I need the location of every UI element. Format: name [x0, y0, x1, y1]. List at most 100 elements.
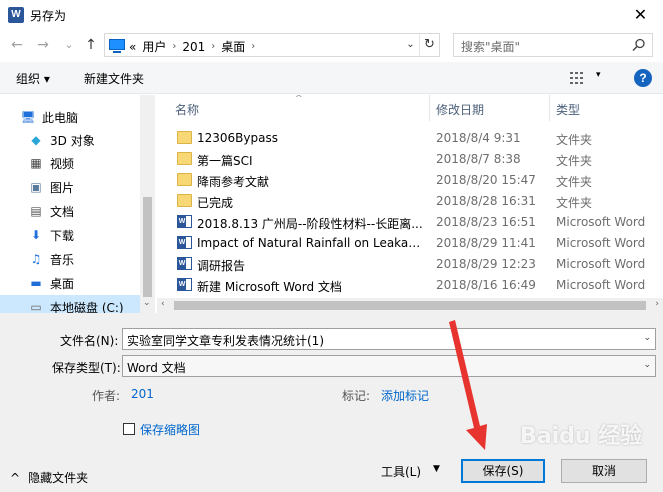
file-name: 12306Bypass — [197, 131, 278, 145]
breadcrumb-201[interactable]: 201 — [182, 40, 205, 54]
chevron-right-icon[interactable]: › — [211, 41, 215, 52]
file-type: 文件夹 — [556, 133, 593, 147]
list-item[interactable]: 调研报告 2018/8/29 12:23 Microsoft Word — [171, 254, 663, 275]
word-document-icon — [177, 215, 192, 228]
list-item[interactable]: 12306Bypass 2018/8/4 9:31 文件夹 — [171, 128, 663, 149]
sidebar-item-documents[interactable]: ▤ 文档 — [0, 199, 140, 223]
search-input[interactable]: 搜索"桌面" — [453, 33, 653, 57]
chevron-right-icon[interactable]: › — [172, 41, 176, 52]
cube-icon: ◆ — [31, 133, 41, 147]
up-arrow-icon[interactable]: ↑ — [82, 36, 100, 54]
column-header-type[interactable]: 类型 — [556, 101, 580, 118]
chevron-right-icon[interactable]: › — [251, 41, 255, 52]
breadcrumb-overflow[interactable]: « — [129, 40, 136, 54]
save-button[interactable]: 保存(S) — [461, 459, 545, 483]
sidebar-item-label: 文档 — [50, 204, 75, 219]
sidebar-item-this-pc[interactable]: 🖥 此电脑 — [0, 105, 140, 129]
chevron-down-icon[interactable]: ⌄ — [643, 333, 651, 343]
word-document-icon — [177, 236, 192, 249]
column-divider[interactable] — [549, 95, 550, 121]
list-item[interactable]: Impact of Natural Rainfall on Leakag... … — [171, 233, 663, 254]
sidebar-item-local-disk-c[interactable]: ▭ 本地磁盘 (C:) — [0, 295, 140, 313]
sidebar-item-desktop[interactable]: ▬ 桌面 — [0, 271, 140, 295]
view-dropdown-icon[interactable]: ▾ — [596, 70, 601, 80]
word-app-icon: W — [8, 7, 24, 23]
forward-arrow-icon[interactable]: → — [34, 36, 52, 54]
scroll-right-icon[interactable]: › — [655, 299, 659, 309]
sidebar-item-label: 音乐 — [50, 252, 75, 267]
column-header-name[interactable]: 名称 — [175, 101, 199, 118]
breadcrumb-users[interactable]: 用户 — [142, 38, 166, 55]
recent-locations-icon[interactable]: ⌄ — [60, 36, 78, 54]
address-bar[interactable]: « 用户 › 201 › 桌面 › ⌄ ↻ — [104, 33, 440, 57]
window-title: 另存为 — [30, 9, 67, 23]
organize-menu[interactable]: 组织 ▾ — [16, 70, 50, 87]
hide-folders-toggle[interactable]: ^ 隐藏文件夹 — [10, 469, 88, 486]
help-icon[interactable]: ? — [634, 69, 652, 87]
sidebar-item-label: 桌面 — [50, 276, 75, 291]
list-item[interactable]: 新建 Microsoft Word 文档 2018/8/16 16:49 Mic… — [171, 275, 663, 296]
close-button[interactable]: ✕ — [618, 0, 663, 30]
view-options-icon[interactable] — [570, 72, 586, 84]
scrollbar-thumb[interactable] — [174, 301, 646, 310]
list-item[interactable]: 2018.8.13 广州局--阶段性材料--长距离... 2018/8/23 1… — [171, 212, 663, 233]
tools-menu[interactable]: 工具(L) — [381, 463, 421, 480]
new-folder-button[interactable]: 新建文件夹 — [84, 70, 144, 87]
file-date: 2018/8/7 8:38 — [436, 152, 521, 166]
search-icon[interactable] — [632, 38, 646, 52]
add-tags-link[interactable]: 添加标记 — [381, 387, 429, 404]
baidu-watermark: Baidu 经验 — [520, 424, 643, 449]
scroll-left-icon[interactable]: ‹ — [161, 299, 165, 309]
column-divider[interactable] — [429, 95, 430, 121]
sidebar-item-label: 本地磁盘 (C:) — [50, 300, 124, 314]
sidebar-item-3d-objects[interactable]: ◆ 3D 对象 — [0, 128, 140, 152]
file-type: 文件夹 — [556, 175, 593, 189]
file-date: 2018/8/29 11:41 — [436, 236, 536, 250]
file-name: 第一篇SCI — [197, 154, 253, 168]
file-name: 降雨参考文献 — [197, 175, 270, 189]
column-header-date[interactable]: 修改日期 — [436, 101, 484, 118]
refresh-icon[interactable]: ↻ — [419, 34, 439, 56]
file-type: 文件夹 — [556, 154, 593, 168]
file-date: 2018/8/20 15:47 — [436, 173, 536, 187]
scroll-down-icon[interactable]: ⌄ — [143, 298, 151, 308]
sidebar-item-label: 视频 — [50, 156, 75, 171]
file-list-horizontal-scrollbar[interactable]: ‹ › — [157, 298, 663, 313]
file-name: 调研报告 — [197, 259, 246, 273]
address-row: ← → ⌄ ↑ « 用户 › 201 › 桌面 › ⌄ ↻ 搜索"桌面" — [0, 30, 663, 60]
file-type: Microsoft Word — [556, 257, 646, 271]
cancel-button[interactable]: 取消 — [561, 459, 647, 483]
filetype-value: Word 文档 — [127, 361, 186, 375]
back-arrow-icon[interactable]: ← — [8, 36, 26, 54]
file-date: 2018/8/29 12:23 — [436, 257, 536, 271]
chevron-down-icon[interactable]: ⌄ — [643, 360, 651, 370]
filename-field[interactable]: 实验室同学文章专利发表情况统计(1) ⌄ — [122, 328, 656, 350]
sidebar-item-pictures[interactable]: ▣ 图片 — [0, 175, 140, 199]
filetype-select[interactable]: Word 文档 ⌄ — [122, 355, 656, 377]
tools-dropdown-icon[interactable]: ▼ — [433, 464, 440, 474]
address-dropdown-icon[interactable]: ⌄ — [401, 34, 419, 56]
save-thumbnail-label[interactable]: 保存缩略图 — [140, 421, 200, 438]
scrollbar-thumb[interactable] — [143, 197, 152, 297]
sidebar-item-downloads[interactable]: ⬇ 下载 — [0, 223, 140, 247]
list-item[interactable]: 第一篇SCI 2018/8/7 8:38 文件夹 — [171, 149, 663, 170]
sidebar-scrollbar[interactable]: ⌄ — [140, 95, 155, 313]
list-item[interactable]: 已完成 2018/8/28 16:31 文件夹 — [171, 191, 663, 212]
save-options-panel: 文件名(N): 实验室同学文章专利发表情况统计(1) ⌄ 保存类型(T): Wo… — [0, 313, 663, 492]
sidebar-item-label: 图片 — [50, 180, 75, 195]
this-pc-icon — [109, 39, 125, 53]
download-icon: ⬇ — [30, 228, 42, 242]
sidebar-item-videos[interactable]: ▦ 视频 — [0, 151, 140, 175]
author-value[interactable]: 201 — [131, 387, 154, 401]
drive-icon: ▭ — [30, 300, 42, 313]
sidebar-item-label: 下载 — [50, 228, 75, 243]
file-list: ^ 名称 修改日期 类型 12306Bypass 2018/8/4 9:31 文… — [157, 95, 663, 313]
save-thumbnail-checkbox[interactable] — [123, 423, 135, 435]
word-document-icon — [177, 257, 192, 270]
file-date: 2018/8/28 16:31 — [436, 194, 536, 208]
sidebar-item-music[interactable]: ♫ 音乐 — [0, 247, 140, 271]
music-icon: ♫ — [30, 252, 42, 266]
list-item[interactable]: 降雨参考文献 2018/8/20 15:47 文件夹 — [171, 170, 663, 191]
video-icon: ▦ — [30, 156, 42, 170]
breadcrumb-desktop[interactable]: 桌面 — [221, 38, 245, 55]
